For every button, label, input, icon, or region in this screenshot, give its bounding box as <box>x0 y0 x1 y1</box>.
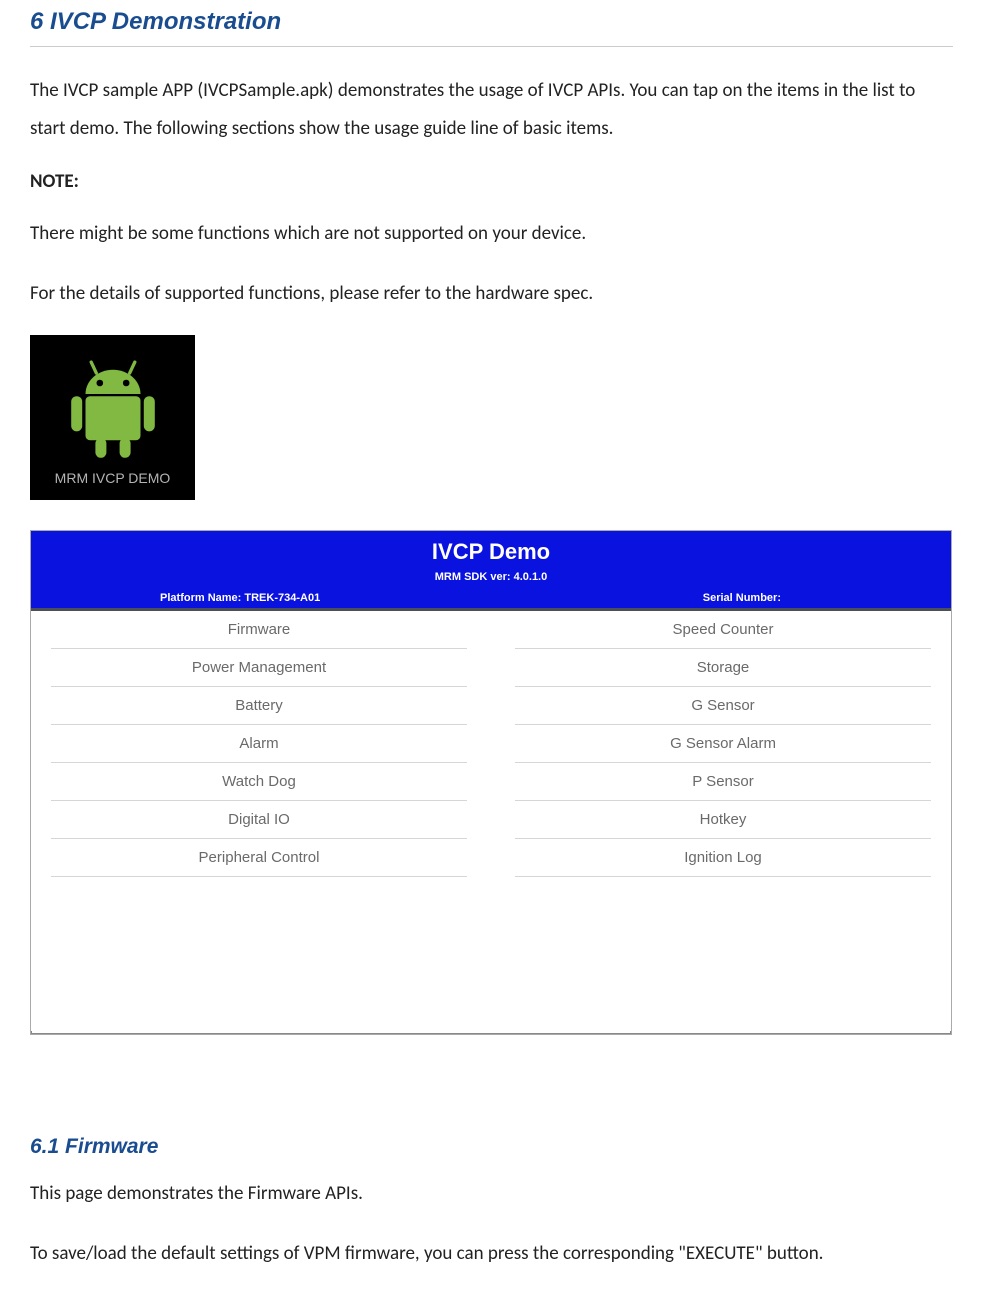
subsection-heading: 6.1 Firmware <box>30 1135 953 1159</box>
list-item[interactable]: Storage <box>515 649 931 687</box>
intro-paragraph: The IVCP sample APP (IVCPSample.apk) dem… <box>30 72 953 148</box>
list-item[interactable]: Watch Dog <box>51 763 467 801</box>
list-item[interactable]: Speed Counter <box>515 611 931 649</box>
list-item[interactable]: G Sensor <box>515 687 931 725</box>
ivcp-demo-subtitle: MRM SDK ver: 4.0.1.0 <box>31 571 951 583</box>
list-item[interactable]: Firmware <box>51 611 467 649</box>
list-item[interactable]: P Sensor <box>515 763 931 801</box>
ivcp-demo-title: IVCP Demo <box>31 531 951 565</box>
platform-name-label: Platform Name: TREK-734-A01 <box>43 592 437 604</box>
app-icon: MRM IVCP DEMO <box>30 335 195 500</box>
list-item[interactable]: Peripheral Control <box>51 839 467 877</box>
note-paragraph-2: For the details of supported functions, … <box>30 275 953 313</box>
list-item[interactable]: Ignition Log <box>515 839 931 877</box>
list-item[interactable]: G Sensor Alarm <box>515 725 931 763</box>
platform-name-label-text: Platform Name: <box>160 592 241 604</box>
ivcp-demo-list: Firmware Power Management Battery Alarm … <box>31 611 951 1031</box>
ivcp-demo-screenshot: IVCP Demo MRM SDK ver: 4.0.1.0 Platform … <box>30 530 952 1035</box>
firmware-paragraph-1: This page demonstrates the Firmware APIs… <box>30 1175 953 1213</box>
list-item[interactable]: Battery <box>51 687 467 725</box>
document-page: 6 IVCP Demonstration The IVCP sample APP… <box>0 0 983 1303</box>
list-item[interactable]: Power Management <box>51 649 467 687</box>
list-item[interactable]: Alarm <box>51 725 467 763</box>
ivcp-demo-header: IVCP Demo MRM SDK ver: 4.0.1.0 Platform … <box>31 531 951 611</box>
list-item[interactable]: Hotkey <box>515 801 931 839</box>
section-heading: 6 IVCP Demonstration <box>30 0 953 47</box>
firmware-paragraph-2: To save/load the default settings of VPM… <box>30 1235 953 1273</box>
list-item[interactable]: Digital IO <box>51 801 467 839</box>
note-label: NOTE: <box>30 170 953 193</box>
android-robot-icon <box>58 350 168 460</box>
platform-name-value: TREK-734-A01 <box>241 592 320 604</box>
note-paragraph-1: There might be some functions which are … <box>30 215 953 253</box>
serial-number-label: Serial Number: <box>545 592 939 604</box>
ivcp-demo-right-column: Speed Counter Storage G Sensor G Sensor … <box>495 611 951 1031</box>
ivcp-demo-left-column: Firmware Power Management Battery Alarm … <box>31 611 487 1031</box>
app-icon-caption: MRM IVCP DEMO <box>55 470 171 486</box>
serial-number-label-text: Serial Number: <box>703 592 781 604</box>
ivcp-demo-info-row: Platform Name: TREK-734-A01 Serial Numbe… <box>31 592 951 604</box>
